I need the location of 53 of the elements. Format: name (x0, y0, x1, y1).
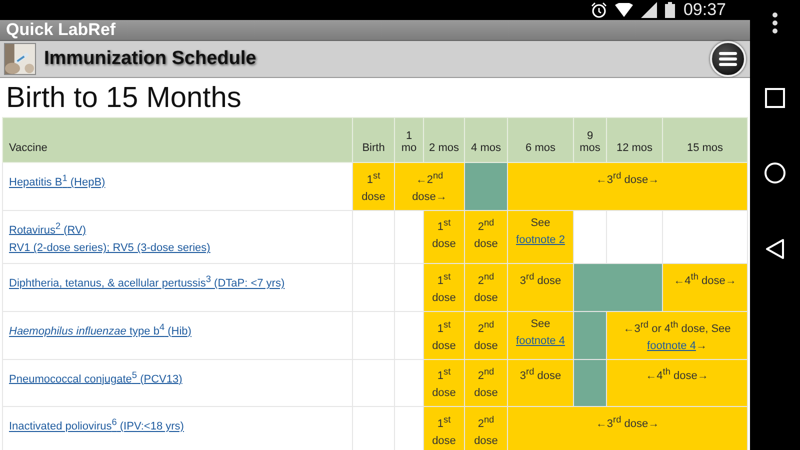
column-header: 1 mo (394, 118, 424, 162)
dose-cell: 1$^{st}$ dose (352, 162, 394, 210)
dose-cell: 1$^{st}$ dose (424, 264, 464, 312)
header-title: Immunization Schedule (44, 48, 258, 70)
interval-cell (464, 162, 508, 210)
column-header: 2 mos (424, 118, 464, 162)
dose-cell: ←4$^{th}$ dose→ (662, 264, 748, 312)
page-title: Birth to 15 Months (0, 78, 750, 117)
clock-time: 09:37 (683, 0, 726, 20)
column-header: Birth (352, 118, 394, 162)
dose-cell: ←3$^{rd}$ or 4$^{th}$ dose, See footnote 4→ (606, 311, 748, 360)
wifi-icon (615, 3, 634, 17)
column-header: 12 mos (606, 118, 662, 162)
dose-cell: 3$^{rd}$ dose (508, 264, 574, 312)
footnote-link[interactable]: footnote 4 (516, 332, 565, 350)
dose-cell: 2$^{nd}$ dose (464, 264, 508, 312)
dose-cell: 2$^{nd}$ dose (464, 311, 508, 360)
battery-icon (665, 2, 676, 18)
dose-cell: ←4$^{th}$ dose→ (606, 359, 748, 407)
back-icon[interactable] (765, 238, 785, 260)
footnote-link[interactable]: footnote 2 (516, 232, 565, 249)
more-options-icon[interactable] (772, 12, 778, 34)
menu-icon (719, 52, 737, 66)
dose-cell: See footnote 4 (508, 311, 574, 360)
dose-cell: 2$^{nd}$ dose (464, 359, 508, 407)
column-header: 9 mos (574, 118, 606, 162)
vaccine-link[interactable]: Hepatitis B$^{1}$ (HepB) (9, 169, 106, 192)
dose-cell: See footnote 2 (508, 210, 574, 264)
app-title: Quick LabRef (6, 20, 116, 40)
dose-cell: 1$^{st}$ dose (424, 406, 464, 450)
dose-cell: ←2$^{nd}$ dose→ (394, 162, 464, 210)
column-header: 15 mos (662, 118, 748, 162)
footnote-link[interactable]: footnote 4 (647, 338, 696, 355)
menu-button[interactable] (710, 41, 746, 77)
dose-cell: 1$^{st}$ dose (424, 359, 464, 407)
dose-cell: 2$^{nd}$ dose (464, 406, 508, 450)
column-header: Vaccine (2, 118, 352, 162)
home-icon[interactable] (764, 162, 786, 184)
dose-cell: 3$^{rd}$ dose (508, 359, 574, 407)
vaccine-link[interactable]: Rotavirus$^{2}$ (RV) (9, 216, 86, 240)
dose-cell: 1$^{st}$ dose (424, 311, 464, 360)
recents-icon[interactable] (765, 88, 785, 108)
alarm-icon (591, 2, 608, 18)
dose-cell: 1$^{st}$ dose (424, 210, 464, 264)
dose-cell: ←3$^{rd}$ dose→ (508, 162, 748, 210)
interval-cell (574, 359, 606, 407)
vaccine-link[interactable]: RV1 (2-dose series); RV5 (3-dose series) (9, 239, 210, 258)
interval-cell (574, 311, 606, 360)
column-header: 4 mos (464, 118, 508, 162)
dose-cell: 2$^{nd}$ dose (464, 210, 508, 264)
dose-cell: ←3$^{rd}$ dose→ (508, 406, 748, 450)
signal-icon (641, 2, 658, 18)
column-header: 6 mos (508, 118, 574, 162)
